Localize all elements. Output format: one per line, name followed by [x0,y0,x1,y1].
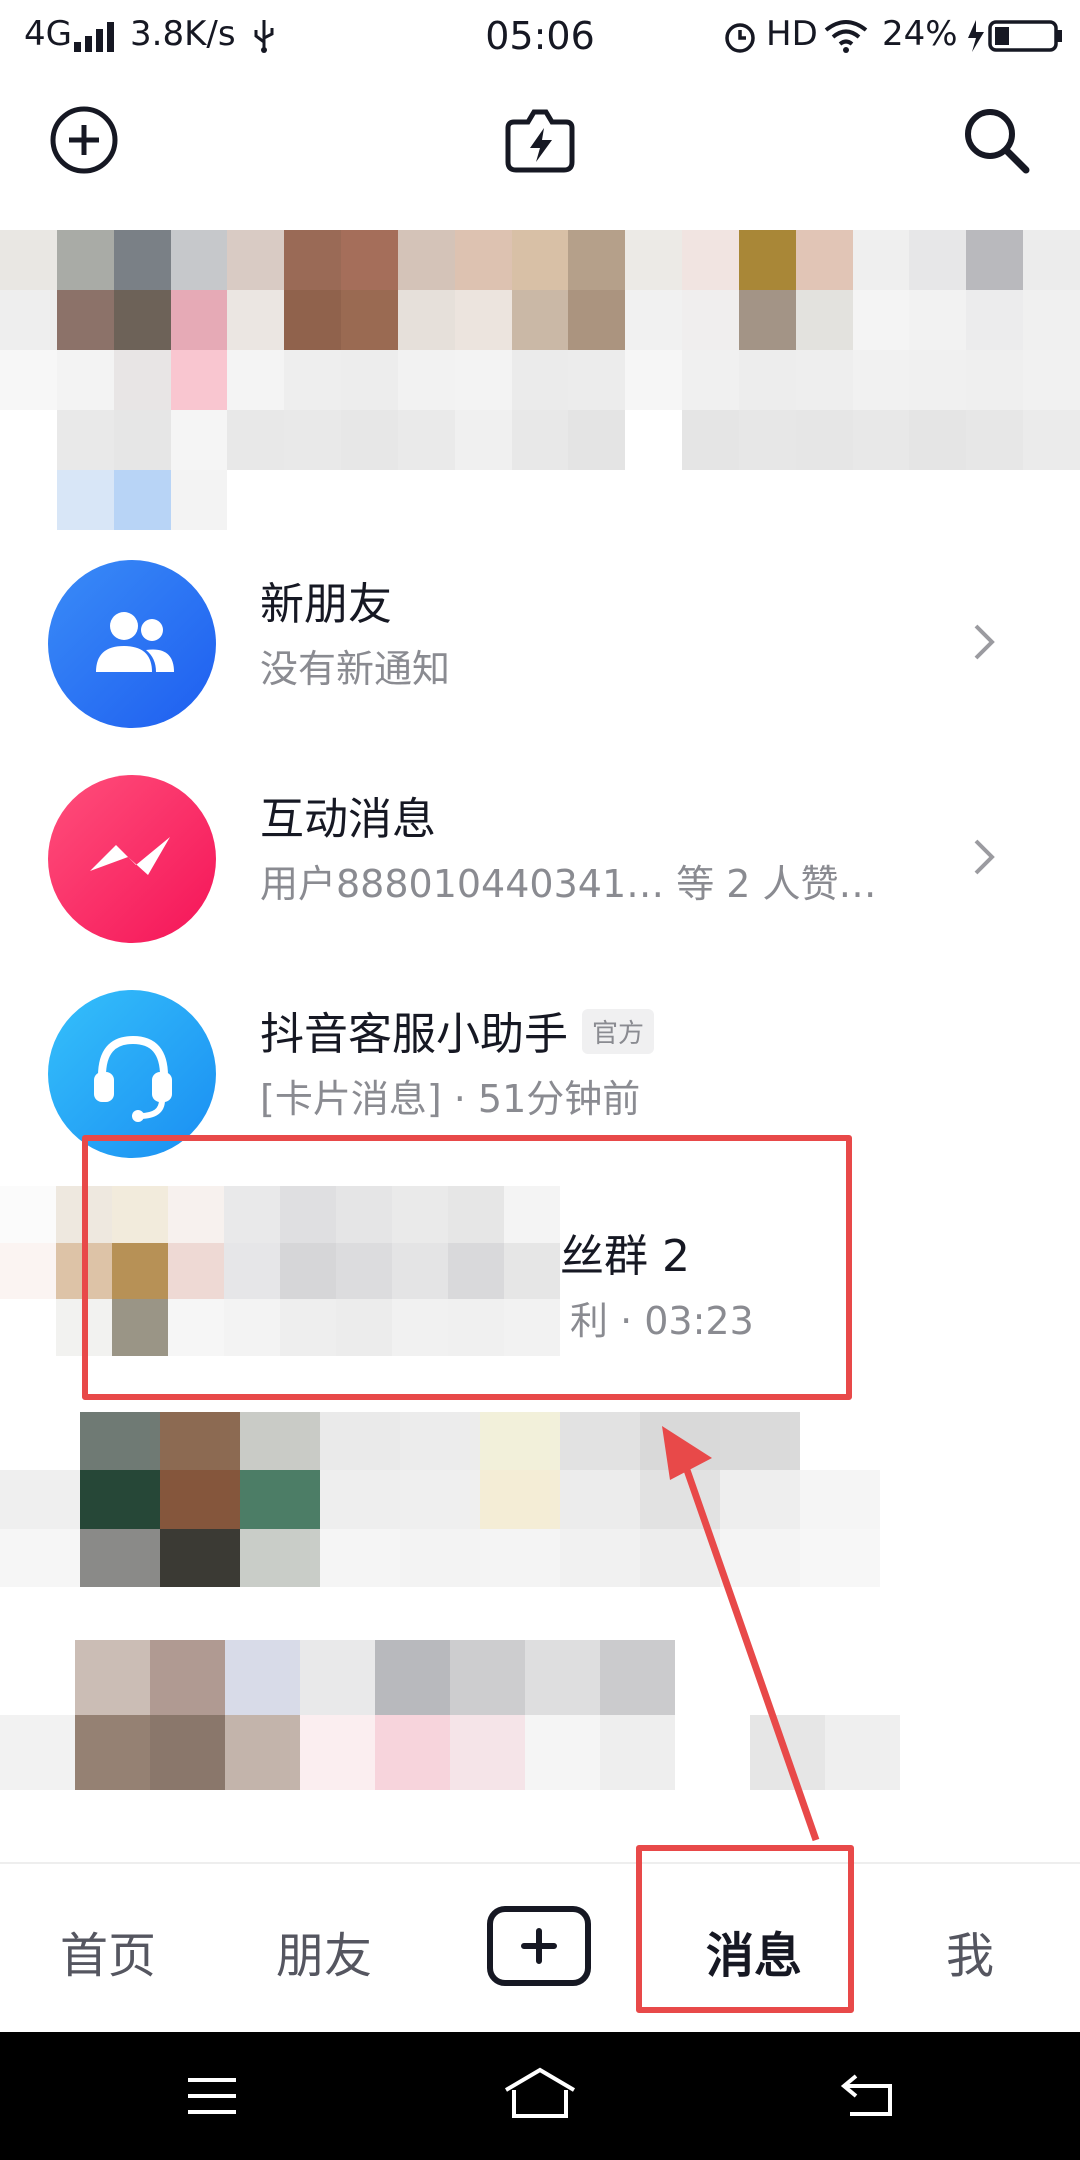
bottom-navigation: 首页 朋友 消息 我 [0,1862,1080,2034]
status-bar: 4G 3.8K/s 05:06 HD 24% [0,0,1080,72]
official-badge: 官方 [582,1008,655,1054]
menu-icon[interactable] [184,2074,240,2118]
battery-icon [968,20,1062,52]
interaction-icon [90,837,170,875]
item-subtitle: [卡片消息] · 51分钟前 [260,1077,641,1121]
item-subtitle: 用户888010440341… 等 2 人赞… [260,862,877,906]
annotation-highlight-group [82,1135,852,1400]
tab-friends[interactable]: 朋友 [234,1916,414,1986]
create-post-button[interactable] [487,1906,591,1986]
list-item-new-friends[interactable]: 新朋友 没有新通知 [0,530,1080,730]
item-title-text: 抖音客服小助手 [260,1009,568,1060]
users-icon [96,612,174,672]
chevron-right-icon [974,624,995,660]
hd-indicator: HD [766,14,818,54]
tab-me[interactable]: 我 [880,1916,1060,1986]
alarm-icon [725,23,755,53]
add-circle-icon[interactable] [48,104,120,176]
item-title: 互动消息 [260,794,436,845]
item-title: 新朋友 [260,579,392,630]
list-item-customer-service[interactable]: 抖音客服小助手 官方 [卡片消息] · 51分钟前 [0,960,1080,1160]
search-icon[interactable] [960,104,1032,176]
battery-level: 24% [882,14,958,54]
list-item-interactions[interactable]: 互动消息 用户888010440341… 等 2 人赞… [0,745,1080,945]
headset-icon [94,1035,172,1122]
chevron-right-icon [974,839,995,875]
system-navigation-bar [0,2032,1080,2160]
new-friends-avatar [48,560,216,728]
plus-icon [521,1928,557,1964]
item-title: 抖音客服小助手 官方 [260,998,655,1062]
tab-home[interactable]: 首页 [18,1916,198,1986]
interactions-avatar [48,775,216,943]
wifi-icon [824,20,868,53]
back-icon[interactable] [840,2070,898,2120]
item-subtitle: 没有新通知 [260,647,451,691]
flash-camera-icon[interactable] [500,100,580,180]
annotation-arrow [662,1426,820,1842]
customer-service-avatar [48,990,216,1158]
blurred-friends-row [0,230,1080,530]
annotation-highlight-messages-tab [636,1845,854,2013]
home-icon[interactable] [502,2066,578,2122]
